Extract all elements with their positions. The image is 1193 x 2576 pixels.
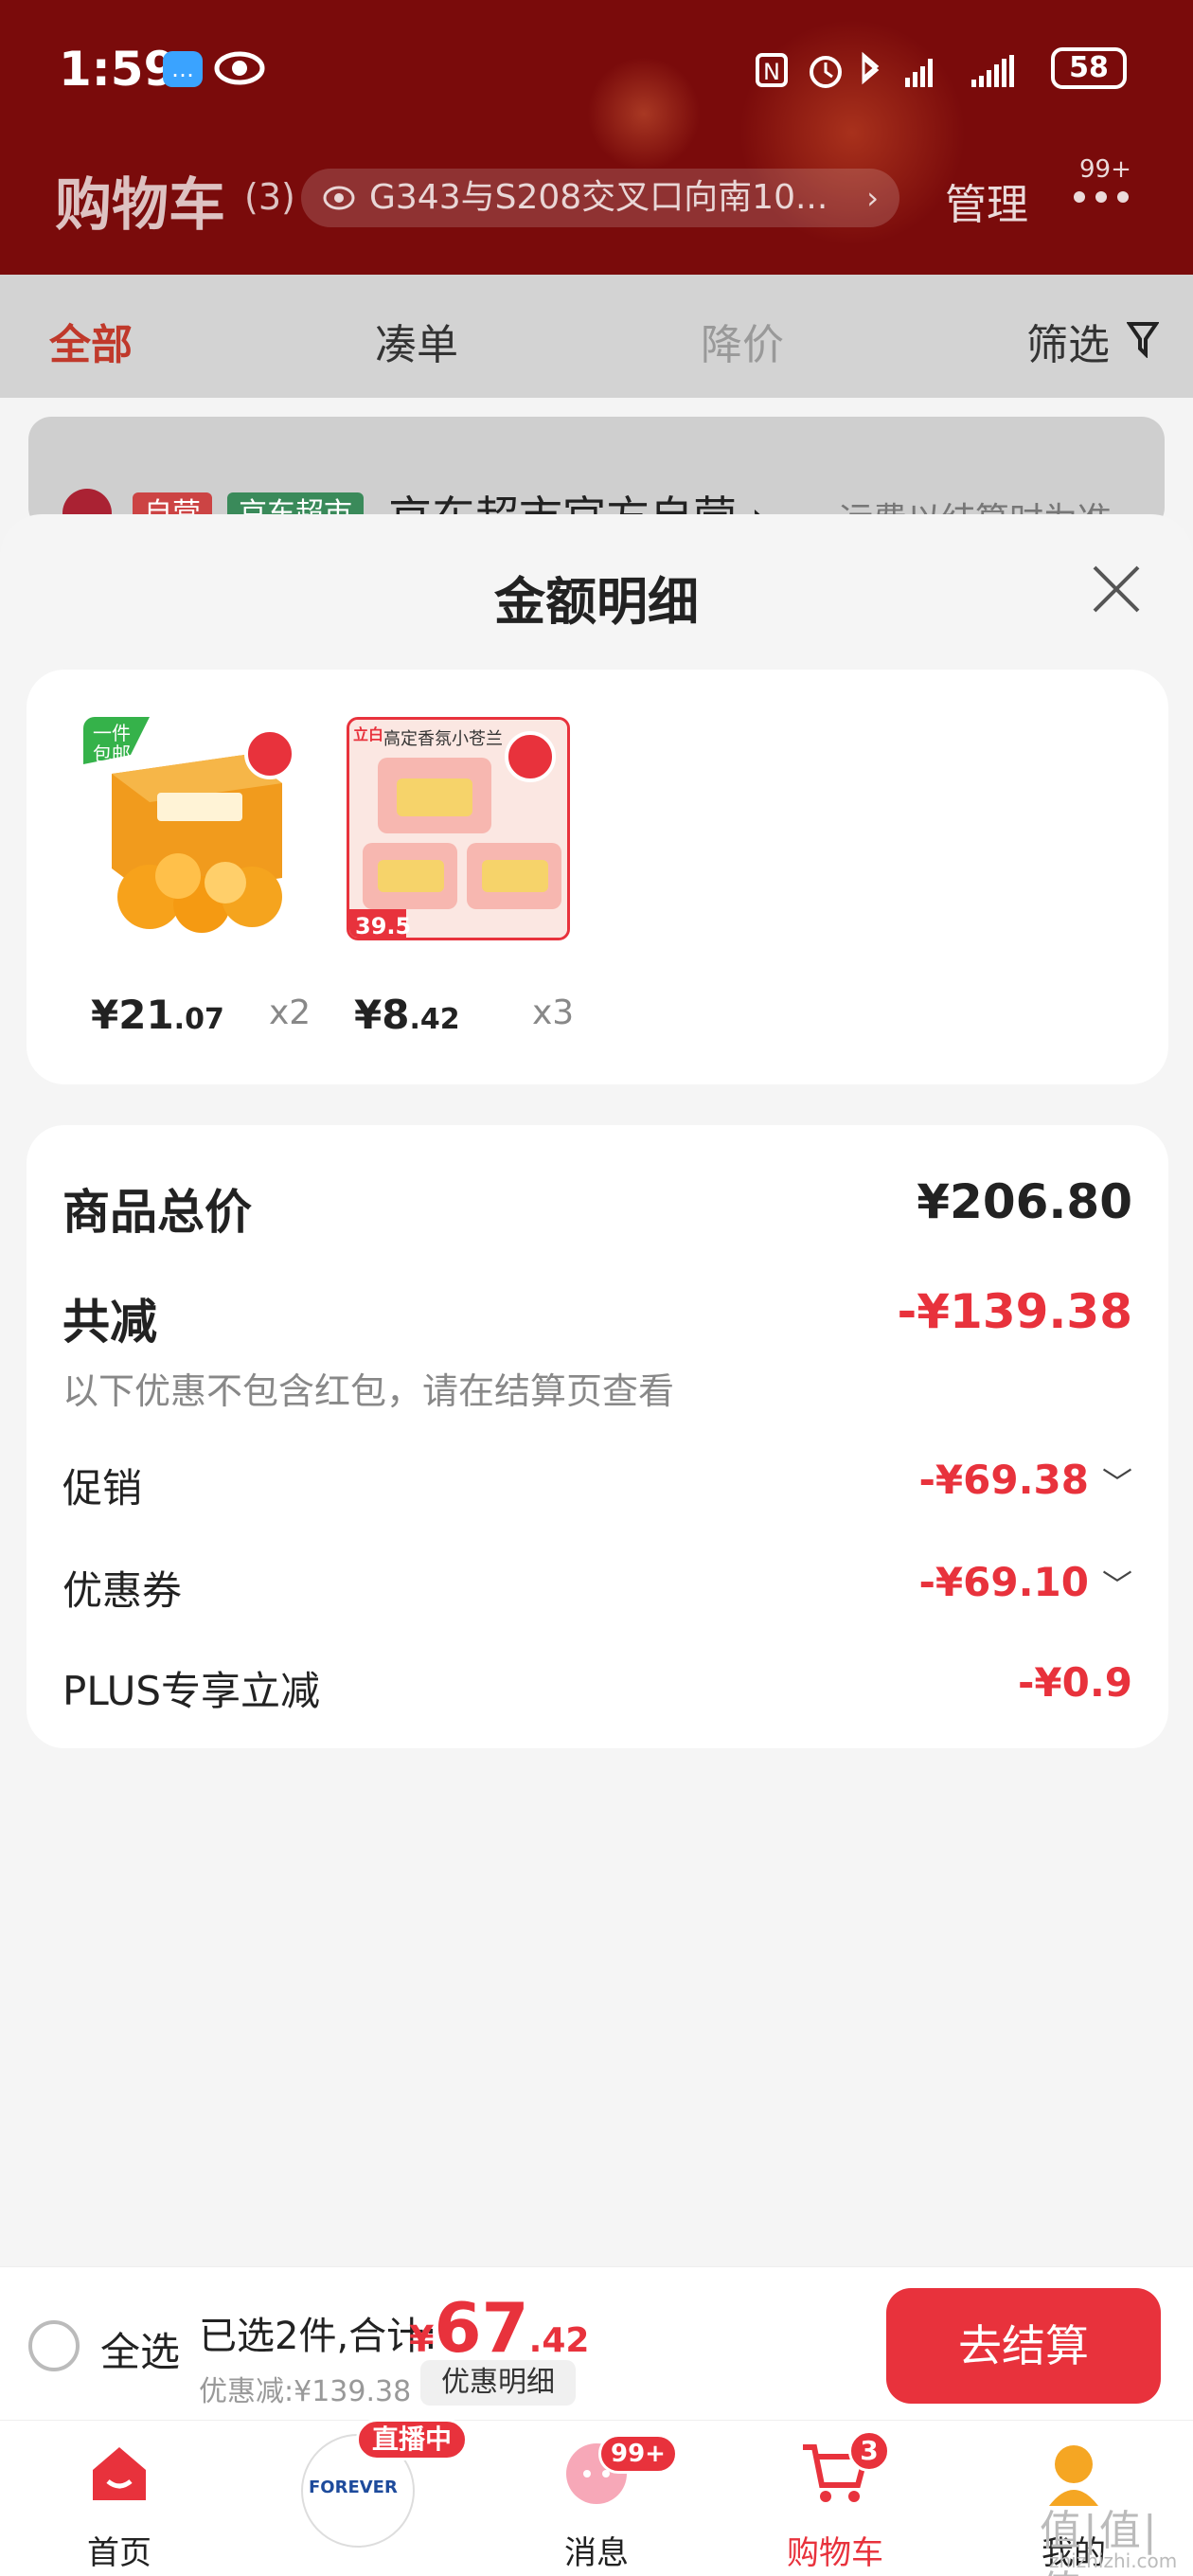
checkout-bar: 全选 已选2件,合计: ¥67.42 优惠减:¥139.38 优惠明细 去结算 — [0, 2266, 1193, 2420]
coupon-value: -¥69.10 ﹀ — [918, 1559, 1132, 1605]
nav-label-messages: 消息 — [564, 2534, 629, 2572]
live-brand-logo: FOREVER — [309, 2478, 398, 2497]
saved-amount: 优惠减:¥139.38 — [199, 2375, 412, 2408]
location-icon — [323, 186, 355, 210]
nav-item-messages[interactable]: 99+ 消息 — [477, 2421, 716, 2576]
total-label: 商品总价 — [62, 1185, 252, 1240]
brand-logo: 立白 — [353, 725, 384, 743]
chevron-down-icon: ﹀ — [1101, 1567, 1132, 1603]
product-price: ¥8.42 — [354, 992, 460, 1038]
product-image-caption: 高定香氛小苍兰 — [383, 729, 503, 749]
nav-item-live[interactable]: FOREVER 直播中 — [239, 2419, 477, 2576]
cart-header: 购物车 (3) G343与S208交叉口向南10... › 管理 99+ — [0, 142, 1193, 246]
tab-filter[interactable]: 筛选 — [1026, 311, 1110, 371]
plus-label: PLUS专享立减 — [62, 1668, 321, 1714]
nav-label-home: 首页 — [87, 2534, 151, 2572]
total-value: ¥206.80 — [917, 1174, 1132, 1229]
chevron-down-icon: ﹀ — [1101, 1465, 1132, 1501]
address-selector[interactable]: G343与S208交叉口向南10... › — [301, 169, 899, 227]
home-icon — [93, 2447, 146, 2500]
promotion-label: 促销 — [62, 1465, 143, 1512]
more-menu-icon[interactable] — [1068, 186, 1134, 208]
tab-bundle[interactable]: 凑单 — [375, 311, 458, 371]
cart-count: (3) — [244, 176, 295, 218]
promotion-value: -¥69.38 ﹀ — [918, 1457, 1132, 1503]
select-all-radio[interactable] — [28, 2320, 80, 2371]
top-header: 1:59 … N 58 购物车 (3) G343与S208交叉口向南10... … — [0, 0, 1193, 275]
free-shipping-badge: 一件包邮 — [93, 722, 131, 765]
tab-all[interactable]: 全部 — [49, 311, 133, 371]
close-icon[interactable] — [1089, 562, 1144, 617]
eye-icon — [214, 51, 265, 85]
chat-notification-icon: … — [163, 51, 203, 87]
check-icon — [244, 728, 295, 779]
battery-indicator: 58 — [1051, 47, 1127, 89]
check-icon — [505, 731, 556, 782]
plus-value: -¥0.9 — [1017, 1659, 1132, 1706]
nav-item-cart[interactable]: 3 购物车 — [716, 2421, 954, 2576]
nav-label-cart: 购物车 — [787, 2534, 883, 2572]
system-status-icons: N — [756, 51, 1014, 88]
discount-detail-button[interactable]: 优惠明细 — [420, 2360, 576, 2406]
product-quantity: x3 — [532, 993, 575, 1032]
reduction-label: 共减 — [62, 1295, 157, 1350]
checkout-button[interactable]: 去结算 — [886, 2288, 1161, 2404]
total-amount: ¥67.42 — [409, 2288, 590, 2368]
filter-icon[interactable] — [1127, 320, 1159, 358]
amount-detail-sheet: 金额明细 一件包邮 ¥21.07 x2 立白 高定香氛小苍兰 39.5 ¥8.4… — [0, 514, 1193, 2266]
coupon-label: 优惠券 — [62, 1567, 183, 1614]
product-image-laundry-beads: 立白 高定香氛小苍兰 39.5 — [347, 717, 570, 940]
address-text: G343与S208交叉口向南10... — [369, 178, 828, 217]
reduction-note: 以下优惠不包含红包，请在结算页查看 — [62, 1370, 675, 1412]
live-badge: 直播中 — [356, 2419, 469, 2460]
manage-button[interactable]: 管理 — [945, 170, 1028, 231]
tab-price-drop[interactable]: 降价 — [701, 311, 784, 371]
status-time: 1:59 — [59, 42, 177, 97]
status-bar: 1:59 … N 58 — [0, 36, 1193, 102]
bottom-nav: 首页 FOREVER 直播中 99+ 消息 3 购物车 我的 — [0, 2419, 1193, 2576]
price-breakdown-card: 商品总价 ¥206.80 共减 -¥139.38 以下优惠不包含红包，请在结算页… — [27, 1125, 1168, 1748]
reduction-value: -¥139.38 — [897, 1284, 1133, 1339]
product-image-orange: 一件包邮 — [83, 717, 307, 940]
svg-text:N: N — [763, 59, 780, 85]
filter-tabs: 全部 凑单 降价 筛选 — [0, 275, 1193, 398]
product-item[interactable]: 一件包邮 ¥21.07 x2 — [83, 717, 311, 1048]
promo-price-tag: 39.5 — [355, 913, 412, 939]
store-card: 自营 京东超市 京东超市官方自营 › 运费以结算时为准 — [28, 417, 1165, 530]
watermark-site: zhizhizhi.com — [1049, 2549, 1178, 2572]
selection-summary: 已选2件,合计: — [199, 2315, 437, 2358]
product-thumbnails-card: 一件包邮 ¥21.07 x2 立白 高定香氛小苍兰 39.5 ¥8.42 x3 — [27, 670, 1168, 1084]
cart-badge: 3 — [848, 2430, 890, 2472]
messages-badge: 99+ — [598, 2434, 678, 2474]
product-item[interactable]: 立白 高定香氛小苍兰 39.5 ¥8.42 x3 — [347, 717, 574, 1048]
nav-item-home[interactable]: 首页 — [0, 2421, 239, 2576]
product-quantity: x2 — [269, 993, 312, 1032]
page-title: 购物车 — [55, 172, 225, 239]
more-badge: 99+ — [1079, 155, 1131, 184]
product-price: ¥21.07 — [91, 992, 224, 1038]
sheet-title: 金额明细 — [494, 572, 699, 632]
chevron-right-icon: › — [866, 180, 879, 216]
select-all-label[interactable]: 全选 — [100, 2320, 180, 2378]
